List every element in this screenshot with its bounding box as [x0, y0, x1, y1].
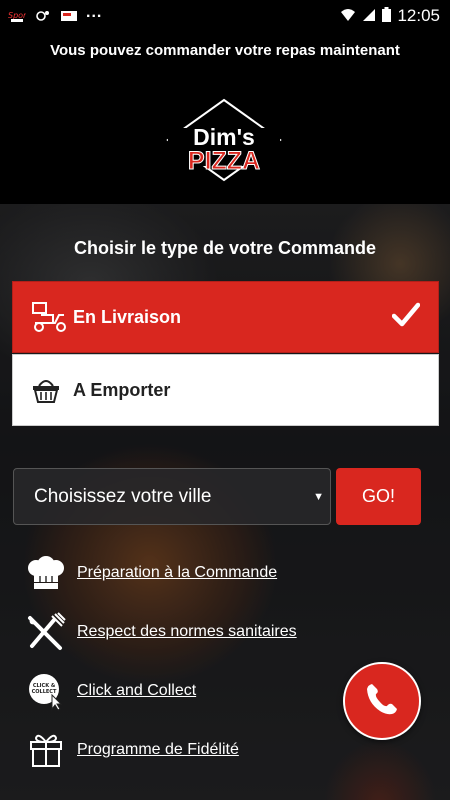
- basket-icon: [31, 374, 69, 406]
- feature-loyalty[interactable]: Programme de Fidélité: [26, 730, 346, 770]
- battery-icon: [382, 7, 392, 25]
- svg-text:Sport: Sport: [8, 11, 26, 20]
- status-overflow: ...: [86, 4, 103, 21]
- app-notification-icon: [60, 9, 78, 23]
- click-and-collect-icon: CLICK & COLLECT: [26, 671, 66, 711]
- phone-icon: [364, 681, 400, 722]
- feature-click-collect-label: Click and Collect: [77, 682, 197, 699]
- sport-badge-icon: Sport: [8, 9, 26, 23]
- svg-text:COLLECT: COLLECT: [32, 689, 57, 695]
- gift-icon: [26, 730, 66, 770]
- option-delivery-label: En Livraison: [73, 306, 182, 327]
- feature-hygiene-label: Respect des normes sanitaires: [77, 623, 297, 640]
- feature-preparation[interactable]: Préparation à la Commande: [26, 553, 346, 593]
- option-takeaway-label: A Emporter: [73, 379, 171, 400]
- status-bar: Sport ... 12:05: [0, 0, 450, 32]
- banner-text: Vous pouvez commander votre repas mainte…: [50, 42, 400, 59]
- order-type-title: Choisir le type de votre Commande: [73, 238, 377, 258]
- delivery-scooter-icon: [31, 301, 69, 333]
- status-left: Sport ...: [8, 4, 102, 23]
- option-delivery[interactable]: En Livraison: [12, 281, 439, 353]
- feature-hygiene[interactable]: Respect des normes sanitaires: [26, 612, 346, 652]
- status-right: 12:05: [340, 6, 440, 26]
- app-header: Vous pouvez commander votre repas mainte…: [0, 32, 450, 204]
- signal-icon: [362, 8, 376, 25]
- call-button[interactable]: [343, 662, 421, 740]
- checkmark-icon: [391, 302, 421, 333]
- wifi-icon: [340, 8, 356, 25]
- city-select-placeholder: Choisissez votre ville: [34, 485, 212, 507]
- dims-pizza-logo: Dim's PIZZA: [166, 98, 282, 182]
- settings-notification-icon: [34, 9, 52, 23]
- status-time: 12:05: [397, 6, 440, 25]
- dropdown-caret-icon: ▼: [313, 491, 324, 503]
- option-takeaway[interactable]: A Emporter: [12, 354, 439, 426]
- logo-line2: PIZZA: [188, 147, 260, 175]
- fork-knife-icon: [26, 612, 66, 652]
- city-select[interactable]: Choisissez votre ville ▼: [13, 468, 331, 525]
- chef-hat-icon: [26, 553, 66, 593]
- feature-click-collect[interactable]: CLICK & COLLECT Click and Collect: [26, 671, 346, 711]
- feature-loyalty-label: Programme de Fidélité: [77, 741, 239, 758]
- go-button[interactable]: GO!: [336, 468, 421, 525]
- feature-preparation-label: Préparation à la Commande: [77, 564, 278, 581]
